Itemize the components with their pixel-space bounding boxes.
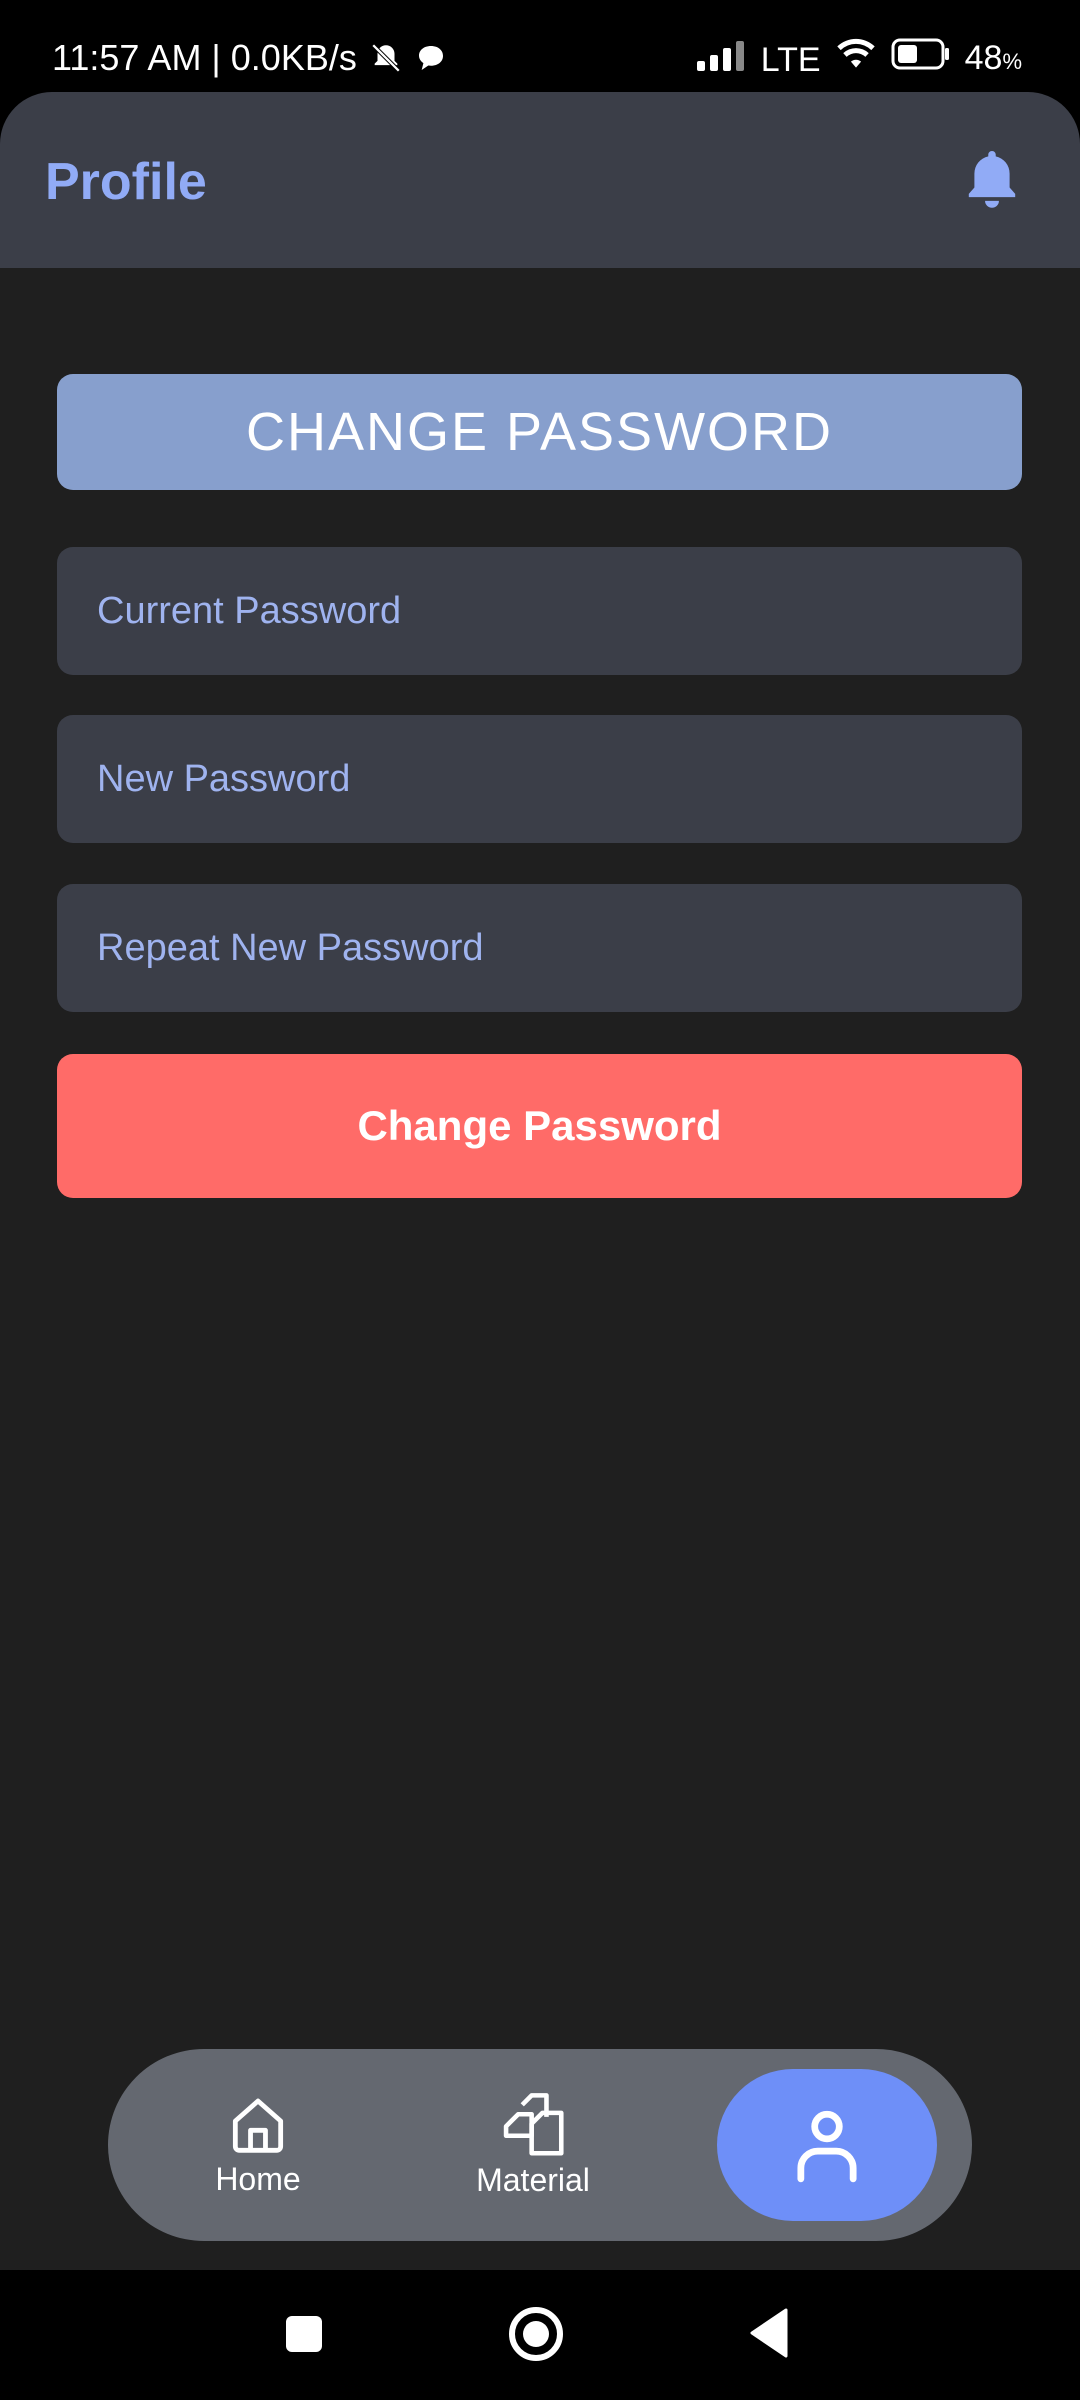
- change-password-button[interactable]: Change Password: [57, 1054, 1022, 1198]
- screen: 11:57 AM | 0.0KB/s LTE 48% Profile CHANG…: [0, 0, 1080, 2400]
- wifi-icon: [835, 36, 877, 84]
- notifications-muted-icon: [369, 41, 403, 75]
- content-area: CHANGE PASSWORD Change Password: [0, 268, 1080, 2270]
- new-password-field[interactable]: [57, 715, 1022, 843]
- home-system-button[interactable]: [508, 2306, 564, 2362]
- status-time: 11:57 AM | 0.0KB/s: [52, 37, 357, 78]
- battery-percent: 48%: [965, 34, 1022, 86]
- nav-item-home[interactable]: Home: [188, 2049, 328, 2241]
- nav-label-home: Home: [215, 2160, 301, 2197]
- battery-icon: [891, 36, 951, 84]
- status-left: 11:57 AM | 0.0KB/s: [52, 34, 447, 82]
- status-right: LTE 48%: [683, 34, 1022, 86]
- back-triangle-icon: [750, 2308, 788, 2358]
- system-nav-bar: [0, 2270, 1080, 2400]
- documents-icon: [503, 2092, 564, 2156]
- notifications-button[interactable]: [960, 144, 1024, 214]
- network-type: LTE: [760, 41, 821, 79]
- home-circle-icon: [509, 2307, 563, 2361]
- signal-icon: [696, 36, 747, 84]
- repeat-password-field[interactable]: [57, 884, 1022, 1012]
- bottom-nav: Home Material: [108, 2049, 972, 2241]
- current-password-field[interactable]: [57, 547, 1022, 675]
- user-icon: [797, 2110, 857, 2183]
- new-password-input[interactable]: [95, 756, 1022, 802]
- app-bar: Profile: [0, 92, 1080, 268]
- status-bar: 11:57 AM | 0.0KB/s LTE 48%: [0, 0, 1080, 92]
- back-button[interactable]: [748, 2308, 788, 2358]
- nav-label-material: Material: [476, 2161, 590, 2198]
- current-password-input[interactable]: [95, 588, 1022, 634]
- battery-value: 48: [964, 39, 1003, 77]
- battery-unit: %: [1002, 49, 1022, 74]
- recents-icon: [286, 2316, 322, 2352]
- bell-icon: [968, 151, 1016, 208]
- nav-item-profile[interactable]: [717, 2069, 937, 2221]
- nav-item-material[interactable]: Material: [438, 2049, 628, 2241]
- home-icon: [232, 2098, 284, 2153]
- chat-bubble-icon: [415, 42, 447, 74]
- repeat-password-input[interactable]: [95, 925, 1022, 971]
- section-header: CHANGE PASSWORD: [57, 374, 1022, 490]
- page-title: Profile: [45, 153, 207, 211]
- recents-button[interactable]: [284, 2314, 324, 2354]
